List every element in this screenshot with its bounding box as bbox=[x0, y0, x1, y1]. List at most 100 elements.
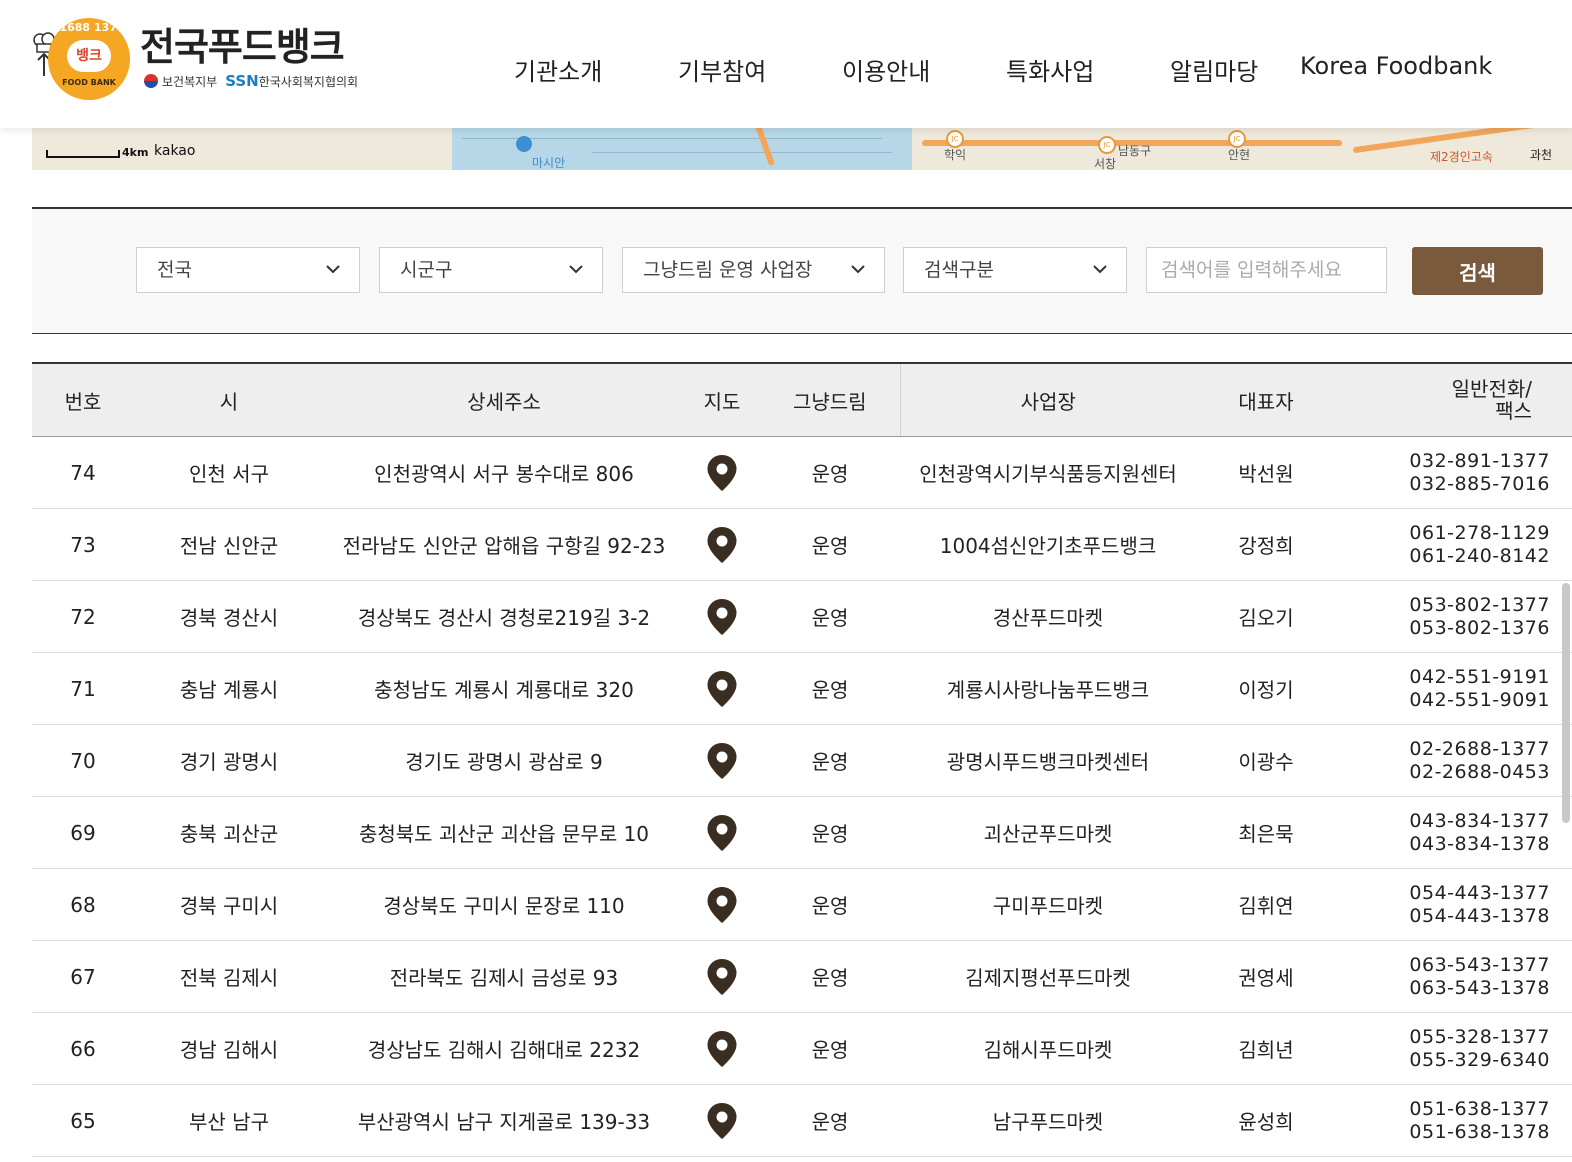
cell-phone-fax: 051-638-1377 051-638-1378 bbox=[1336, 1084, 1572, 1157]
taegeuk-icon bbox=[144, 74, 158, 88]
map-scale-bar bbox=[46, 150, 120, 158]
cell-representative: 김오기 bbox=[1196, 580, 1336, 653]
cell-map[interactable] bbox=[684, 1012, 760, 1085]
cell-number: 65 bbox=[32, 1084, 134, 1157]
page-scrollbar[interactable] bbox=[1562, 583, 1570, 823]
nav-item-english[interactable]: Korea Foodbank bbox=[1300, 52, 1492, 80]
phone-number[interactable]: 055-328-1377 bbox=[1336, 1026, 1550, 1049]
cell-site: 1004섬신안기초푸드뱅크 bbox=[900, 508, 1196, 581]
fax-number: 042-551-9091 bbox=[1409, 688, 1550, 711]
cell-map[interactable] bbox=[684, 868, 760, 941]
table-row: 68 경북 구미시 경상북도 구미시 문장로 110 운영 구미푸드마켓 김휘연 054-4… bbox=[32, 868, 1572, 941]
fax-number: 063-543-1378 bbox=[1409, 976, 1550, 999]
phone-number[interactable]: 02-2688-1377 bbox=[1336, 738, 1550, 761]
map-pin-icon[interactable] bbox=[706, 958, 738, 996]
chevron-down-icon bbox=[851, 265, 865, 274]
cell-city: 경북 구미시 bbox=[134, 868, 324, 941]
cell-number: 73 bbox=[32, 508, 134, 581]
cell-number: 68 bbox=[32, 868, 134, 941]
map-place-label: 학익 bbox=[944, 148, 967, 162]
nav-item-about[interactable]: 기관소개 bbox=[514, 52, 602, 87]
cell-phone-fax: 055-328-1377 055-329-6340 bbox=[1336, 1012, 1572, 1085]
cell-city: 경북 경산시 bbox=[134, 580, 324, 653]
table-header-row: 번호 시 상세주소 지도 그냥드림 사업장 대표자 일반전화/ 팩스 bbox=[32, 362, 1572, 437]
site-logo[interactable]: 1688 1377 뱅크 FOOD BANK 전국푸드뱅크 보건복지부 SSN한국… bbox=[32, 16, 382, 106]
cell-map[interactable] bbox=[684, 508, 760, 581]
phone-number[interactable]: 043-834-1377 bbox=[1336, 810, 1550, 833]
cell-status: 운영 bbox=[760, 868, 900, 941]
col-header-city: 시 bbox=[134, 362, 324, 437]
cell-phone-fax: 054-443-1377 054-443-1378 bbox=[1336, 868, 1572, 941]
cell-city: 전북 김제시 bbox=[134, 940, 324, 1013]
col-header-phone: 일반전화/ bbox=[1451, 377, 1532, 401]
district-select[interactable]: 시군구 bbox=[379, 247, 603, 293]
search-category-select[interactable]: 검색구분 bbox=[903, 247, 1127, 293]
table-row: 70 경기 광명시 경기도 광명시 광삼로 9 운영 광명시푸드뱅크마켓센터 이광수 02-… bbox=[32, 724, 1572, 797]
cell-map[interactable] bbox=[684, 436, 760, 509]
map-pin-icon[interactable] bbox=[706, 1030, 738, 1068]
phone-number[interactable]: 042-551-9191 bbox=[1336, 666, 1550, 689]
cell-status: 운영 bbox=[760, 940, 900, 1013]
kakao-map[interactable]: JC JC JC 마시안 학익 남동구 서창 안현 제2경인고속 과천 4km … bbox=[32, 128, 1572, 170]
phone-number[interactable]: 051-638-1377 bbox=[1336, 1098, 1550, 1121]
cell-representative: 권영세 bbox=[1196, 940, 1336, 1013]
nav-item-guide[interactable]: 이용안내 bbox=[842, 52, 930, 87]
nav-item-notices[interactable]: 알림마당 bbox=[1170, 52, 1258, 87]
cell-map[interactable] bbox=[684, 652, 760, 725]
cell-site: 남구푸드마켓 bbox=[900, 1084, 1196, 1157]
search-input[interactable] bbox=[1146, 247, 1387, 293]
cell-map[interactable] bbox=[684, 1084, 760, 1157]
map-pin-icon[interactable] bbox=[706, 526, 738, 564]
cell-map[interactable] bbox=[684, 940, 760, 1013]
cell-status: 운영 bbox=[760, 724, 900, 797]
map-pin-icon[interactable] bbox=[706, 1102, 738, 1140]
map-pin-icon[interactable] bbox=[706, 598, 738, 636]
cell-site: 계룡시사랑나눔푸드뱅크 bbox=[900, 652, 1196, 725]
cell-site: 구미푸드마켓 bbox=[900, 868, 1196, 941]
cell-status: 운영 bbox=[760, 436, 900, 509]
ministry-label: 보건복지부 bbox=[162, 75, 218, 89]
map-road bbox=[748, 128, 776, 167]
map-pin-icon[interactable] bbox=[706, 814, 738, 852]
cell-map[interactable] bbox=[684, 724, 760, 797]
phone-number[interactable]: 063-543-1377 bbox=[1336, 954, 1550, 977]
cell-site: 김해시푸드마켓 bbox=[900, 1012, 1196, 1085]
cell-representative: 김휘연 bbox=[1196, 868, 1336, 941]
logo-partners: 보건복지부 SSN한국사회복지협의회 bbox=[144, 72, 358, 90]
site-title: 전국푸드뱅크 bbox=[140, 25, 345, 69]
cell-status: 운영 bbox=[760, 1012, 900, 1085]
cell-map[interactable] bbox=[684, 580, 760, 653]
map-pin-icon[interactable] bbox=[706, 670, 738, 708]
fax-number: 054-443-1378 bbox=[1409, 904, 1550, 927]
site-type-select[interactable]: 그냥드림 운영 사업장 bbox=[622, 247, 885, 293]
phone-number[interactable]: 053-802-1377 bbox=[1336, 594, 1550, 617]
search-button[interactable]: 검색 bbox=[1412, 247, 1543, 295]
map-land-west bbox=[32, 128, 452, 170]
cell-number: 70 bbox=[32, 724, 134, 797]
region-select[interactable]: 전국 bbox=[136, 247, 360, 293]
fax-number: 043-834-1378 bbox=[1409, 832, 1550, 855]
cell-number: 74 bbox=[32, 436, 134, 509]
cell-address: 충청남도 계룡시 계룡대로 320 bbox=[324, 652, 684, 725]
cell-map[interactable] bbox=[684, 796, 760, 869]
table-row: 66 경남 김해시 경상남도 김해시 김해대로 2232 운영 김해시푸드마켓 김희년 05… bbox=[32, 1012, 1572, 1085]
logo-badge-numbers: 1688 1377 bbox=[59, 21, 125, 34]
phone-number[interactable]: 032-891-1377 bbox=[1336, 450, 1550, 473]
table-body: 74 인천 서구 인천광역시 서구 봉수대로 806 운영 인천광역시기부식품등지원센터… bbox=[32, 436, 1572, 1157]
anchor-icon bbox=[516, 136, 532, 152]
cell-address: 경상북도 구미시 문장로 110 bbox=[324, 868, 684, 941]
map-scale-label: 4km bbox=[122, 146, 149, 159]
fax-number: 032-885-7016 bbox=[1409, 472, 1550, 495]
map-pin-icon[interactable] bbox=[706, 454, 738, 492]
cell-address: 전라북도 김제시 금성로 93 bbox=[324, 940, 684, 1013]
map-pin-icon[interactable] bbox=[706, 886, 738, 924]
nav-item-donate[interactable]: 기부참여 bbox=[678, 52, 766, 87]
phone-number[interactable]: 061-278-1129 bbox=[1336, 522, 1550, 545]
map-pin-icon[interactable] bbox=[706, 742, 738, 780]
phone-number[interactable]: 054-443-1377 bbox=[1336, 882, 1550, 905]
cell-phone-fax: 02-2688-1377 02-2688-0453 bbox=[1336, 724, 1572, 797]
chevron-down-icon bbox=[326, 265, 340, 274]
nav-item-special-projects[interactable]: 특화사업 bbox=[1006, 52, 1094, 87]
cell-representative: 이정기 bbox=[1196, 652, 1336, 725]
cell-status: 운영 bbox=[760, 652, 900, 725]
